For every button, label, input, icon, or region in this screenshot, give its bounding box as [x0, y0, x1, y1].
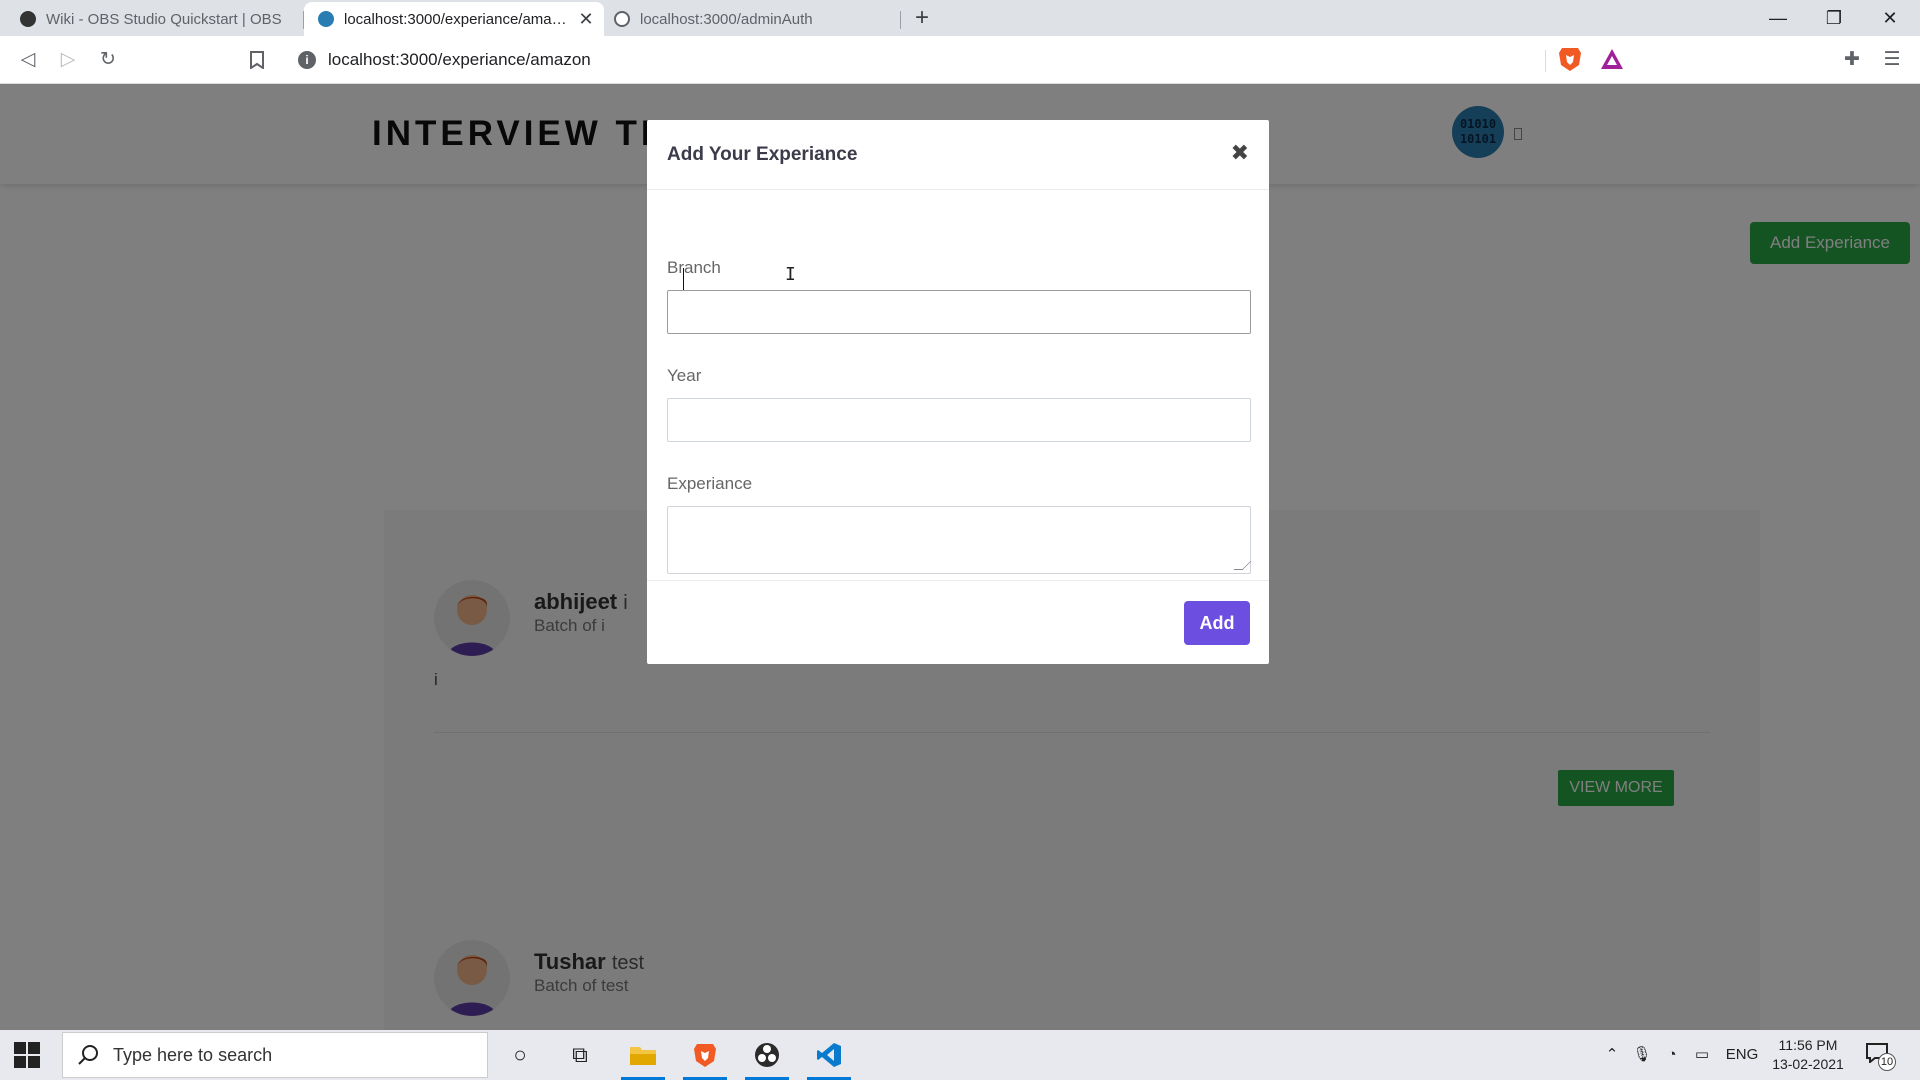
- modal-title: Add Your Experiance: [667, 144, 858, 165]
- year-input[interactable]: [667, 398, 1251, 442]
- globe-icon: [614, 11, 630, 27]
- address-bar[interactable]: i localhost:3000/experiance/amazon: [290, 42, 1632, 78]
- notification-center-icon[interactable]: 10: [1866, 1043, 1896, 1071]
- experiance-textarea[interactable]: [667, 506, 1252, 574]
- language-indicator[interactable]: ENG: [1722, 1030, 1762, 1080]
- brave-browser-icon[interactable]: [679, 1034, 731, 1080]
- forward-icon[interactable]: ▷: [54, 46, 82, 74]
- windows-start-icon[interactable]: [14, 1042, 40, 1068]
- tab-admin-auth[interactable]: localhost:3000/adminAuth: [600, 2, 900, 36]
- microphone-icon[interactable]: 🎙: [1630, 1030, 1654, 1080]
- year-label: Year: [667, 366, 702, 385]
- close-icon[interactable]: ✖: [1231, 140, 1249, 166]
- tab-title: localhost:3000/experiance/amazon: [344, 10, 572, 28]
- menu-icon[interactable]: ☰: [1878, 46, 1906, 74]
- windows-taskbar: Type here to search ○ ⧉ ⌃ 🎙 ◔ ▭ ENG 11:5…: [0, 1030, 1920, 1080]
- task-view-icon[interactable]: ⧉: [554, 1034, 606, 1076]
- extensions-puzzle-icon[interactable]: ✚: [1838, 46, 1866, 74]
- experiance-label: Experiance: [667, 474, 753, 493]
- restore-icon[interactable]: ❐: [1806, 0, 1862, 36]
- branch-input[interactable]: [667, 290, 1251, 334]
- network-icon[interactable]: ◔: [1660, 1030, 1684, 1080]
- brave-rewards-icon[interactable]: [1600, 48, 1624, 70]
- modal-footer: Add: [647, 580, 1269, 664]
- vscode-icon[interactable]: [803, 1034, 855, 1080]
- resize-handle-icon[interactable]: [1233, 561, 1252, 570]
- search-placeholder: Type here to search: [113, 1044, 273, 1065]
- mouse-ibeam-cursor-icon: I: [785, 264, 796, 285]
- clock-time: 11:56 PM: [1778, 1037, 1838, 1053]
- browser-tabbar: Wiki - OBS Studio Quickstart | OBS local…: [0, 0, 1920, 36]
- obs-studio-icon[interactable]: [741, 1034, 793, 1080]
- tab-title: Wiki - OBS Studio Quickstart | OBS: [46, 10, 282, 28]
- text-caret: [683, 268, 684, 290]
- notification-count: 10: [1878, 1053, 1896, 1071]
- tab-obs-wiki[interactable]: Wiki - OBS Studio Quickstart | OBS: [6, 2, 296, 36]
- add-button[interactable]: Add: [1184, 601, 1250, 645]
- tab-close-icon[interactable]: ✕: [576, 9, 596, 29]
- web-page: INTERVIEW TR 0101010101 Add Experiance a…: [0, 84, 1920, 1030]
- site-info-icon[interactable]: i: [298, 51, 316, 69]
- battery-icon[interactable]: ▭: [1690, 1030, 1714, 1080]
- bookmark-icon[interactable]: [243, 46, 271, 74]
- site-favicon-icon: [318, 11, 334, 27]
- add-experiance-modal: Add Your Experiance ✖ Branch Year Experi…: [647, 120, 1269, 664]
- tab-divider: [900, 11, 901, 29]
- minimize-icon[interactable]: —: [1750, 0, 1806, 36]
- obs-icon: [20, 11, 36, 27]
- back-icon[interactable]: ◁: [14, 46, 42, 74]
- tab-experiance-amazon[interactable]: localhost:3000/experiance/amazon ✕: [304, 2, 604, 36]
- branch-label: Branch: [667, 258, 721, 277]
- new-tab-plus-icon[interactable]: +: [908, 4, 936, 32]
- window-close-icon[interactable]: ✕: [1862, 0, 1918, 36]
- brave-shields-icon[interactable]: [1558, 46, 1582, 72]
- taskbar-search[interactable]: Type here to search: [62, 1032, 488, 1078]
- reload-icon[interactable]: ↻: [94, 46, 122, 74]
- tab-title: localhost:3000/adminAuth: [640, 10, 813, 28]
- modal-header: Add Your Experiance ✖: [647, 120, 1269, 190]
- toolbar-divider: [1545, 50, 1546, 72]
- system-clock[interactable]: 11:56 PM 13-02-2021: [1768, 1036, 1848, 1074]
- url-text: localhost:3000/experiance/amazon: [328, 50, 591, 69]
- browser-toolbar: ◁ ▷ ↻ i localhost:3000/experiance/amazon…: [0, 36, 1920, 84]
- search-icon: [78, 1045, 98, 1065]
- file-explorer-icon[interactable]: [617, 1034, 669, 1080]
- clock-date: 13-02-2021: [1772, 1056, 1844, 1072]
- tray-overflow-icon[interactable]: ⌃: [1600, 1030, 1624, 1080]
- cortana-icon[interactable]: ○: [494, 1034, 546, 1076]
